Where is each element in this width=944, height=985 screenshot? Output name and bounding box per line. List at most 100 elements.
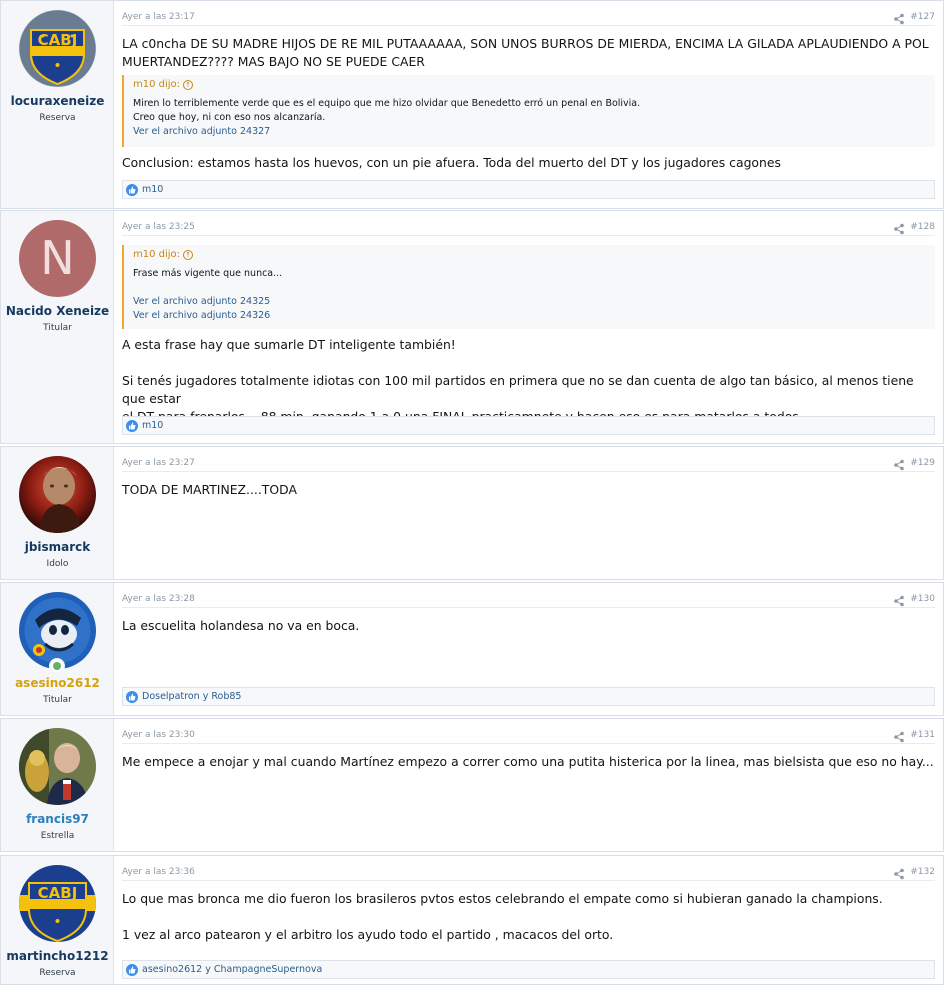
user-panel: asesino2612 Titular <box>1 583 114 715</box>
reaction-user-link[interactable]: m10 <box>142 184 163 195</box>
post-content: Ayer a las 23:28 #130 La escuelita holan… <box>122 583 935 715</box>
avatar-letter: N <box>40 231 74 285</box>
share-icon[interactable] <box>893 456 905 471</box>
post-meta: Ayer a las 23:25 #128 <box>122 220 935 236</box>
user-title: Titular <box>43 323 72 333</box>
letter-avatar[interactable]: N <box>19 220 96 297</box>
attachment-link[interactable]: Ver el archivo adjunto 24325 <box>133 295 927 309</box>
post-number[interactable]: #131 <box>910 730 935 740</box>
post-number[interactable]: #130 <box>910 594 935 604</box>
user-title: Titular <box>43 695 72 705</box>
user-title: Reserva <box>39 113 76 123</box>
reaction-users: m10 <box>142 420 163 431</box>
reactions-bar[interactable]: m10 <box>122 180 935 199</box>
user-panel: jbismarck Idolo <box>1 447 114 579</box>
user-title: Idolo <box>46 559 69 569</box>
reaction-user-link[interactable]: ChampagneSupernova <box>214 964 322 975</box>
bust-statue-photo-avatar[interactable] <box>19 456 96 533</box>
user-panel: francis97 Estrella <box>1 719 114 851</box>
share-icon[interactable] <box>893 728 905 743</box>
username[interactable]: Nacido Xeneize <box>1 304 114 318</box>
reaction-user-link[interactable]: Doselpatron <box>142 691 200 702</box>
post-129: jbismarck Idolo Ayer a las 23:27 #129 TO… <box>0 446 944 580</box>
quote-author[interactable]: m10 dijo: ↑ <box>133 79 194 90</box>
post-130: asesino2612 Titular Ayer a las 23:28 #13… <box>0 582 944 716</box>
post-meta: Ayer a las 23:36 #132 <box>122 865 935 881</box>
like-icon <box>126 420 138 432</box>
reaction-users: asesino2612 y ChampagneSupernova <box>142 964 322 975</box>
reactions-bar[interactable]: Doselpatron y Rob85 <box>122 687 935 706</box>
post-127: CABJ locuraxeneize Reserva Ayer a las 23… <box>0 0 944 209</box>
user-title: Estrella <box>40 831 75 841</box>
reaction-users: m10 <box>142 184 163 195</box>
reactions-bar[interactable]: m10 <box>122 416 935 435</box>
like-icon <box>126 964 138 976</box>
post-131: francis97 Estrella Ayer a las 23:30 #131… <box>0 718 944 852</box>
quote-text: Miren lo terriblemente verde que es el e… <box>133 98 641 123</box>
username[interactable]: locuraxeneize <box>1 94 114 108</box>
reaction-joiner: y <box>202 964 214 975</box>
coach-trophy-photo-avatar[interactable] <box>19 728 96 805</box>
post-number[interactable]: #128 <box>910 222 935 232</box>
username[interactable]: martincho1212 <box>1 949 114 963</box>
post-meta: Ayer a las 23:17 #127 <box>122 10 935 26</box>
share-icon[interactable] <box>893 10 905 25</box>
quote-body: Miren lo terriblemente verde que es el e… <box>133 97 927 139</box>
quote-author-label: m10 dijo: <box>133 249 181 260</box>
post-128: N Nacido Xeneize Titular Ayer a las 23:2… <box>0 210 944 444</box>
post-number[interactable]: #127 <box>910 12 935 22</box>
post-date[interactable]: Ayer a las 23:28 <box>122 594 195 604</box>
post-number[interactable]: #132 <box>910 867 935 877</box>
svg-text:CABJ: CABJ <box>38 884 78 902</box>
arrow-up-icon[interactable]: ↑ <box>183 250 194 260</box>
reaction-joiner: y <box>199 691 212 702</box>
boca-cabj-crest-avatar[interactable]: CABJ <box>19 10 96 87</box>
post-text: LA c0ncha DE SU MADRE HIJOS DE RE MIL PU… <box>122 36 929 69</box>
post-date[interactable]: Ayer a las 23:36 <box>122 867 195 877</box>
post-content: Ayer a las 23:25 #128 m10 dijo: ↑ Frase m… <box>122 211 935 443</box>
reaction-users: Doselpatron y Rob85 <box>142 691 241 702</box>
username[interactable]: francis97 <box>1 812 114 826</box>
post-text: TODA DE MARTINEZ....TODA <box>122 482 297 497</box>
post-number[interactable]: #129 <box>910 458 935 468</box>
post-meta: Ayer a las 23:30 #131 <box>122 728 935 744</box>
online-status-icon <box>49 658 65 674</box>
reactions-bar[interactable]: asesino2612 y ChampagneSupernova <box>122 960 935 979</box>
svg-text:CABJ: CABJ <box>38 31 78 49</box>
quote-block: m10 dijo: ↑ Frase más vigente que nunca..… <box>122 245 935 329</box>
reaction-user-link[interactable]: asesino2612 <box>142 964 202 975</box>
user-panel: N Nacido Xeneize Titular <box>1 211 114 443</box>
username[interactable]: asesino2612 <box>1 676 114 690</box>
post-132: CABJ martincho1212 Reserva Ayer a las 23… <box>0 855 944 985</box>
quote-body: Frase más vigente que nunca... Ver el ar… <box>133 267 927 323</box>
quote-author[interactable]: m10 dijo: ↑ <box>133 249 194 260</box>
share-icon[interactable] <box>893 592 905 607</box>
user-panel: CABJ locuraxeneize Reserva <box>1 1 114 208</box>
post-date[interactable]: Ayer a las 23:25 <box>122 222 195 232</box>
reaction-user-link[interactable]: m10 <box>142 420 163 431</box>
post-text: A esta frase hay que sumarle DT intelige… <box>122 337 914 424</box>
post-content: Ayer a las 23:17 #127 LA c0ncha DE SU MA… <box>122 1 935 208</box>
post-text-conclusion: Conclusion: estamos hasta los huevos, co… <box>122 155 781 170</box>
reaction-user-link[interactable]: Rob85 <box>211 691 241 702</box>
post-content: Ayer a las 23:27 #129 TODA DE MARTINEZ..… <box>122 447 935 579</box>
attachment-link[interactable]: Ver el archivo adjunto 24326 <box>133 309 927 323</box>
boca-cabj-crest-avatar[interactable]: CABJ <box>19 865 96 942</box>
username[interactable]: jbismarck <box>1 540 114 554</box>
share-icon[interactable] <box>893 865 905 880</box>
quote-author-label: m10 dijo: <box>133 79 181 90</box>
post-date[interactable]: Ayer a las 23:27 <box>122 458 195 468</box>
post-meta: Ayer a las 23:28 #130 <box>122 592 935 608</box>
quote-text: Frase más vigente que nunca... <box>133 268 283 279</box>
username-text: francis97 <box>26 812 89 826</box>
quote-block: m10 dijo: ↑ Miren lo terriblemente verde … <box>122 75 935 147</box>
post-content: Ayer a las 23:30 #131 Me empece a enojar… <box>122 719 935 851</box>
post-content: Ayer a las 23:36 #132 Lo que mas bronca … <box>122 856 935 984</box>
arrow-up-icon[interactable]: ↑ <box>183 80 194 90</box>
post-text: Me empece a enojar y mal cuando Martínez… <box>122 754 934 769</box>
post-text: La escuelita holandesa no va en boca. <box>122 618 360 633</box>
post-date[interactable]: Ayer a las 23:17 <box>122 12 195 22</box>
share-icon[interactable] <box>893 220 905 235</box>
attachment-link[interactable]: Ver el archivo adjunto 24327 <box>133 125 927 139</box>
post-date[interactable]: Ayer a las 23:30 <box>122 730 195 740</box>
